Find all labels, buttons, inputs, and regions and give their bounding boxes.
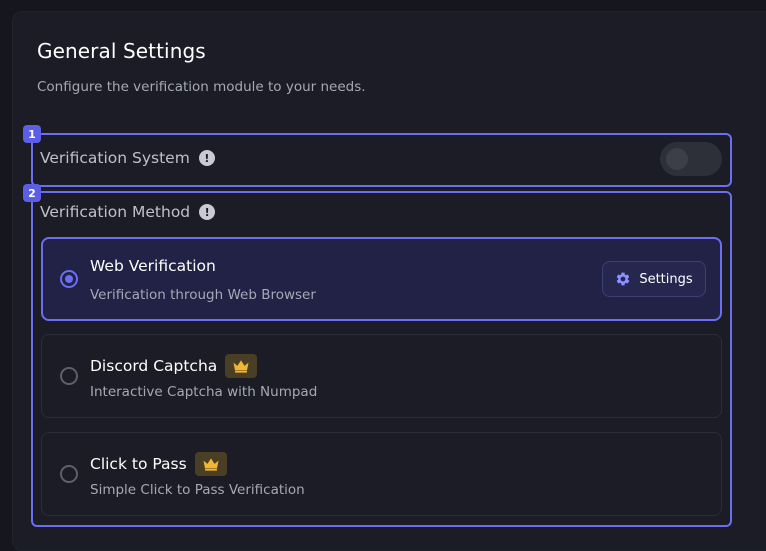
method-title-text: Click to Pass [90, 455, 187, 473]
gear-icon [617, 272, 630, 286]
premium-badge [194, 452, 227, 476]
method-title: Discord Captcha [90, 354, 258, 378]
verification-method-label: Verification Method ! [40, 203, 216, 221]
crown-icon [203, 458, 219, 471]
section-label-text: Verification Method [40, 203, 191, 221]
settings-button[interactable]: Settings [602, 261, 706, 297]
method-description: Interactive Captcha with Numpad [90, 384, 318, 400]
verification-system-label: Verification System ! [40, 149, 215, 167]
method-description: Verification through Web Browser [90, 287, 316, 303]
settings-button-label: Settings [639, 271, 693, 287]
method-title-text: Web Verification [90, 257, 216, 275]
section-number-badge: 2 [23, 184, 41, 202]
method-option-discord-captcha[interactable]: Discord Captcha Interactive Captcha with… [41, 334, 722, 418]
section-label-text: Verification System [40, 149, 190, 167]
section-number-badge: 1 [23, 125, 41, 143]
method-option-click-to-pass[interactable]: Click to Pass Simple Click to Pass Verif… [41, 432, 722, 516]
method-option-web-verification[interactable]: Web Verification Verification through We… [41, 237, 722, 321]
verification-system-toggle[interactable] [660, 142, 722, 176]
method-title: Click to Pass [90, 452, 227, 476]
crown-icon [233, 360, 249, 373]
method-title-text: Discord Captcha [90, 357, 218, 375]
radio-button-selected[interactable] [60, 270, 78, 288]
info-icon[interactable]: ! [199, 204, 216, 220]
page-subtitle: Configure the verification module to you… [37, 79, 366, 95]
radio-button[interactable] [60, 465, 78, 483]
radio-button[interactable] [60, 367, 78, 385]
method-description: Simple Click to Pass Verification [90, 482, 305, 498]
page-title: General Settings [37, 39, 206, 63]
radio-dot [65, 275, 73, 283]
premium-badge [225, 354, 258, 378]
toggle-knob [666, 148, 688, 170]
info-icon[interactable]: ! [198, 150, 215, 166]
method-title: Web Verification [90, 257, 216, 275]
